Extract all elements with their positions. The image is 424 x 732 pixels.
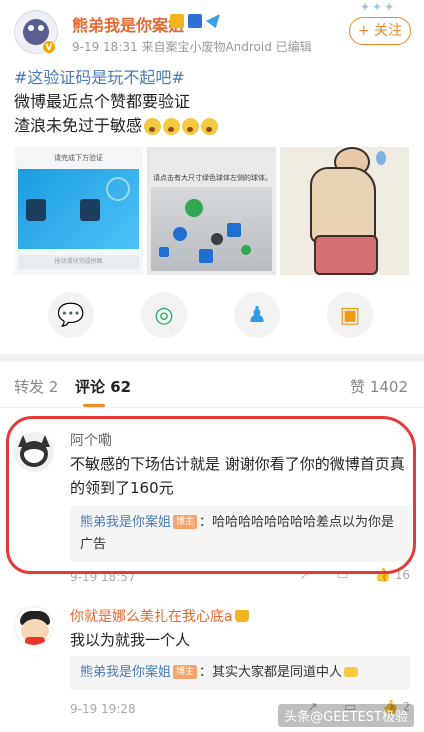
- wechat-share-button[interactable]: 💬: [48, 292, 94, 338]
- post-text: #这验证码是玩不起吧# 微博最近点个赞都要验证 渣浪未免过于敏感: [14, 66, 410, 138]
- crown-icon: [234, 610, 249, 622]
- reply-icon[interactable]: ▭: [336, 568, 348, 583]
- post-line-2: 渣浪未免过于敏感: [14, 114, 410, 138]
- commenter-name[interactable]: 你就是娜么美扎在我心底a: [70, 606, 249, 626]
- crown-icon: [170, 14, 184, 28]
- watermark: 头条@GEETEST极验: [278, 704, 414, 727]
- qq-share-button[interactable]: ♟: [234, 292, 280, 338]
- handshake-emoji-icon: [344, 667, 359, 677]
- post-meta: 9-19 18:31 来自案宝小废物Android 已编辑: [72, 40, 312, 54]
- tab-comments[interactable]: 评论 62: [75, 376, 132, 407]
- puzzle-piece: [26, 199, 46, 221]
- tab-repost[interactable]: 转发 2: [14, 376, 58, 397]
- post-image-slider-captcha[interactable]: 请完成下方验证 拖动滑块完成拼图: [14, 147, 143, 275]
- comment-text: 我以为就我一个人: [70, 631, 191, 649]
- thumbs-up-icon: 👍: [374, 568, 391, 583]
- reply-author[interactable]: 熊弟我是你案姐: [80, 515, 171, 530]
- cartoon-body: [310, 167, 376, 243]
- img1-header: 请完成下方验证: [54, 154, 103, 162]
- comment-time: 9-19 19:28: [70, 702, 136, 716]
- wechat-icon: 💬: [57, 302, 85, 328]
- commenter-avatar[interactable]: [14, 606, 54, 646]
- commenter-avatar[interactable]: [14, 432, 54, 472]
- blogger-badge: 博主: [173, 515, 198, 529]
- author-badges: [170, 14, 220, 28]
- follow-button[interactable]: + 关注: [349, 17, 411, 45]
- hashtag-link[interactable]: #这验证码是玩不起吧#: [14, 66, 410, 90]
- post-line-2-text: 渣浪未免过于敏感: [14, 116, 143, 135]
- verified-badge-icon: V: [42, 40, 56, 54]
- moments-share-button[interactable]: ◎: [141, 292, 187, 338]
- interaction-tabs: 转发 2 评论 62 赞 1402: [0, 362, 424, 408]
- share-icon[interactable]: ↗: [300, 568, 311, 583]
- send-icon: [206, 14, 220, 28]
- img2-header: 请点击有大尺寸绿色球体左侧的球体。: [153, 174, 272, 182]
- reply-text: ：其实大家都是同道中人: [199, 665, 343, 680]
- decoration-icon: ✦✦✦: [360, 0, 397, 14]
- post-image-click-captcha[interactable]: 请点击有大尺寸绿色球体左侧的球体。: [147, 147, 276, 275]
- shocked-emoji-icon: [144, 118, 162, 135]
- captcha-puzzle: [18, 169, 139, 249]
- comment-item: 阿个嘞 不敏感的下场估计就是 谢谢你看了你的微博首页真的领到了160元 熊弟我是…: [0, 420, 424, 590]
- dizzy-emoji-icon: [201, 118, 219, 135]
- comment-time: 9-19 18:57: [70, 570, 136, 584]
- save-image-button[interactable]: ▣: [327, 292, 373, 338]
- comment-text: 不敏感的下场估计就是 谢谢你看了你的微博首页真的领到了160元: [70, 455, 405, 497]
- captcha-slider: 拖动滑块完成拼图: [18, 255, 139, 269]
- moments-icon: ◎: [154, 302, 174, 328]
- commenter-name[interactable]: 阿个嘞: [70, 430, 112, 450]
- captcha-3d-scene: [151, 187, 272, 271]
- emoji-group: [144, 118, 219, 135]
- blogger-badge: 博主: [173, 665, 198, 679]
- tab-comments-label: 评论 62: [75, 378, 132, 396]
- comment-actions: ↗ ▭ 👍 16: [300, 568, 411, 583]
- like-action[interactable]: 👍 16: [375, 568, 410, 583]
- qq-icon: ♟: [247, 302, 267, 328]
- reply-author[interactable]: 熊弟我是你案姐: [80, 665, 171, 680]
- member-badge-icon: [188, 14, 202, 28]
- share-row: 💬 ◎ ♟ ▣: [0, 292, 424, 342]
- post-header: V 熊弟我是你案姐 9-19 18:31 来自案宝小废物Android 已编辑 …: [0, 0, 424, 62]
- cartoon-pants: [314, 235, 378, 275]
- like-count: 16: [394, 568, 410, 582]
- reply-box[interactable]: 熊弟我是你案姐 博主 ：哈哈哈哈哈哈哈哈差点以为你是广告: [70, 506, 410, 562]
- album-icon: ▣: [339, 302, 361, 328]
- author-name[interactable]: 熊弟我是你案姐: [72, 12, 184, 36]
- section-divider: [0, 354, 424, 362]
- tab-likes[interactable]: 赞 1402: [350, 376, 408, 397]
- sweat-drop-icon: [376, 151, 386, 165]
- puzzle-slot: [80, 199, 100, 221]
- shocked-emoji-icon: [163, 118, 181, 135]
- post-line-1: 微博最近点个赞都要验证: [14, 92, 191, 111]
- post-images: 请完成下方验证 拖动滑块完成拼图 请点击有大尺寸绿色球体左侧的球体。: [14, 147, 410, 275]
- active-tab-indicator: [83, 404, 105, 407]
- reply-box[interactable]: 熊弟我是你案姐 博主 ：其实大家都是同道中人: [70, 656, 410, 690]
- commenter-name-text: 你就是娜么美扎在我心底a: [70, 609, 233, 625]
- post-image-cartoon[interactable]: [280, 147, 409, 275]
- smile-emoji-icon: [182, 118, 200, 135]
